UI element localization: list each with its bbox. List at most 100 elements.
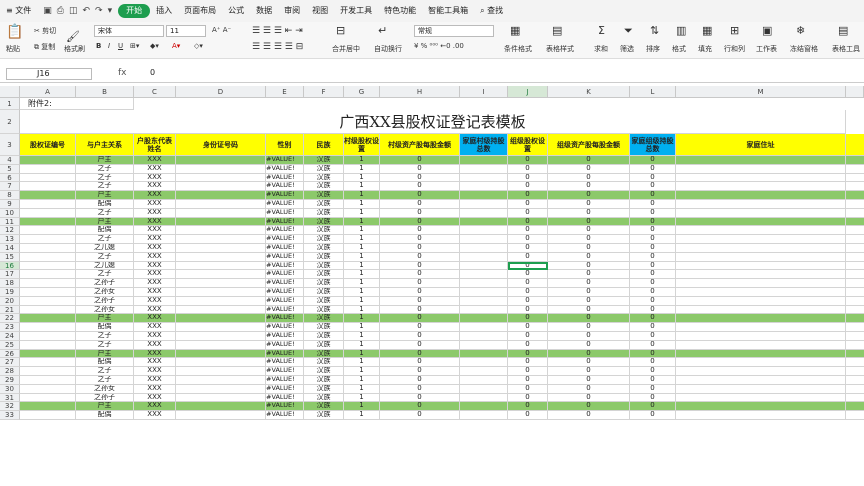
cell-rel[interactable]: 之子 (76, 270, 134, 280)
cell-empty[interactable] (460, 296, 508, 306)
cell-h[interactable]: 0 (380, 235, 460, 244)
sum-icon[interactable]: Σ (598, 24, 605, 37)
cell-l[interactable]: 0 (630, 376, 676, 385)
cell-k[interactable]: 0 (548, 244, 630, 253)
cell-empty[interactable] (20, 261, 76, 271)
cell-empty[interactable] (176, 358, 266, 368)
cell-rel[interactable]: 之孙女 (76, 384, 134, 394)
cell-rel[interactable]: 之子 (76, 164, 134, 174)
tab-4[interactable]: 数据 (250, 0, 278, 22)
row-header-12[interactable]: 12 (0, 226, 20, 236)
cell-k[interactable]: 0 (548, 402, 630, 412)
underline-icon[interactable]: U (118, 42, 123, 50)
cell-l[interactable]: 0 (630, 305, 676, 315)
cell-gender[interactable]: #VALUE! (266, 261, 304, 271)
cell-l[interactable]: 0 (630, 393, 676, 403)
cell-extra[interactable] (846, 297, 864, 306)
cell-l[interactable]: 0 (630, 156, 676, 165)
cell-name[interactable]: XXX (134, 217, 176, 227)
font-grow-icon[interactable]: A⁺ A⁻ (212, 26, 231, 34)
cell-g[interactable]: 1 (344, 235, 380, 244)
cell-extra[interactable] (846, 367, 864, 376)
cell-nation[interactable]: 汉族 (304, 358, 344, 368)
search-box[interactable]: ⌕ 查找 (474, 0, 509, 22)
cell-g[interactable]: 1 (344, 208, 380, 218)
cell-extra[interactable] (846, 191, 864, 200)
cell-g[interactable]: 1 (344, 164, 380, 174)
italic-icon[interactable]: I (108, 42, 110, 50)
cell-j[interactable]: 0 (508, 376, 548, 385)
cell-empty[interactable] (676, 332, 846, 341)
wrap-text-button[interactable]: 自动换行 (374, 44, 402, 54)
cell-empty[interactable] (176, 367, 266, 376)
row-header-18[interactable]: 18 (0, 279, 20, 288)
cell-nation[interactable]: 汉族 (304, 217, 344, 227)
tab-7[interactable]: 开发工具 (334, 0, 378, 22)
cell-l[interactable]: 0 (630, 182, 676, 192)
cell-j[interactable]: 0 (508, 252, 548, 262)
cell-k[interactable]: 0 (548, 156, 630, 165)
cell-l[interactable]: 0 (630, 164, 676, 174)
cell-extra[interactable] (846, 314, 864, 324)
cell-empty[interactable] (676, 191, 846, 200)
cell-j[interactable]: 0 (508, 367, 548, 376)
cell-k[interactable]: 0 (548, 349, 630, 359)
cell-k[interactable]: 0 (548, 332, 630, 341)
cell-g[interactable]: 1 (344, 270, 380, 280)
cell-g[interactable]: 1 (344, 323, 380, 332)
cell-extra[interactable] (846, 288, 864, 297)
cell-h[interactable]: 0 (380, 411, 460, 420)
cell-h[interactable]: 0 (380, 296, 460, 306)
cell-g[interactable]: 1 (344, 332, 380, 341)
cell-k[interactable]: 0 (548, 182, 630, 192)
row-header-16[interactable]: 16 (0, 261, 20, 271)
row-header-10[interactable]: 10 (0, 208, 20, 218)
cell-l[interactable]: 0 (630, 340, 676, 350)
filter-icon[interactable]: ⏷ (624, 24, 633, 38)
cell-j[interactable]: 0 (508, 270, 548, 280)
cell-nation[interactable]: 汉族 (304, 288, 344, 297)
cell-l[interactable]: 0 (630, 288, 676, 297)
cell-nation[interactable]: 汉族 (304, 305, 344, 315)
fill-icon[interactable]: ▦ (702, 24, 712, 37)
cell-k[interactable]: 0 (548, 200, 630, 209)
row-header-9[interactable]: 9 (0, 200, 20, 209)
cell-name[interactable]: XXX (134, 261, 176, 271)
cell-empty[interactable] (176, 244, 266, 253)
cell-name[interactable]: XXX (134, 358, 176, 368)
cell-empty[interactable] (676, 376, 846, 385)
cell-gender[interactable]: #VALUE! (266, 156, 304, 165)
row-header-17[interactable]: 17 (0, 270, 20, 280)
cell-empty[interactable] (176, 235, 266, 244)
sort-button[interactable]: 排序 (646, 44, 660, 54)
cell-empty[interactable] (176, 314, 266, 324)
cell-g[interactable]: 1 (344, 279, 380, 288)
cell-nation[interactable]: 汉族 (304, 384, 344, 394)
cell-rel[interactable]: 户主 (76, 402, 134, 412)
cell-empty[interactable] (176, 252, 266, 262)
cell-g[interactable]: 1 (344, 261, 380, 271)
cell-h[interactable]: 0 (380, 182, 460, 192)
cell-j[interactable]: 0 (508, 208, 548, 218)
column-header-C[interactable]: C (134, 86, 176, 98)
tab-3[interactable]: 公式 (222, 0, 250, 22)
cell-l[interactable]: 0 (630, 296, 676, 306)
cell-extra[interactable] (846, 235, 864, 244)
cell-rel[interactable]: 配偶 (76, 200, 134, 209)
cell-empty[interactable] (20, 208, 76, 218)
cell-l[interactable]: 0 (630, 261, 676, 271)
cell-l[interactable]: 0 (630, 270, 676, 280)
row-header-25[interactable]: 25 (0, 340, 20, 350)
cell-empty[interactable] (460, 226, 508, 236)
cell-empty[interactable] (176, 393, 266, 403)
cell-j[interactable]: 0 (508, 279, 548, 288)
cell-rel[interactable]: 户主 (76, 314, 134, 324)
cell-empty[interactable] (20, 182, 76, 192)
row-header-6[interactable]: 6 (0, 173, 20, 183)
cell-rel[interactable]: 配偶 (76, 358, 134, 368)
cell-nation[interactable]: 汉族 (304, 173, 344, 183)
cell-empty[interactable] (176, 376, 266, 385)
cell-empty[interactable] (676, 200, 846, 209)
cell-empty[interactable] (176, 208, 266, 218)
cell-name[interactable]: XXX (134, 393, 176, 403)
